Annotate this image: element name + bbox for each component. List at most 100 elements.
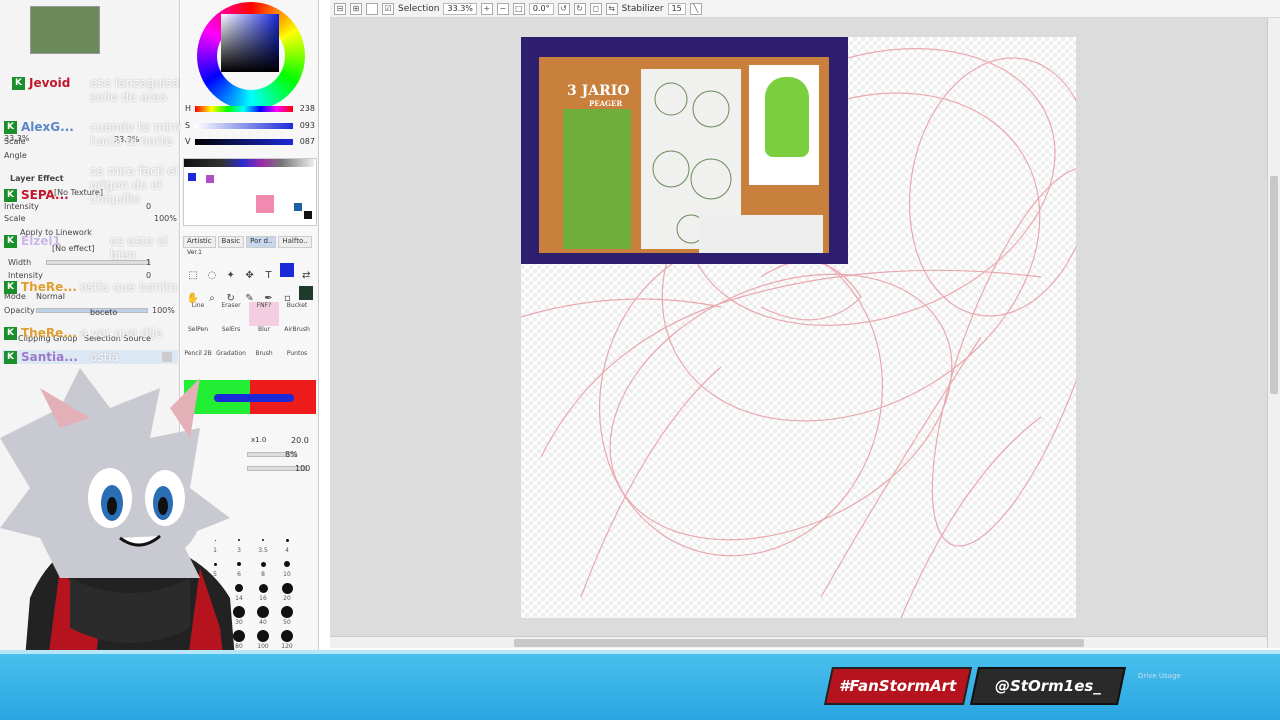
corkboard: 3 JARIO PEAGER [539, 57, 829, 253]
character-card [563, 109, 631, 249]
swatch-grid[interactable] [183, 158, 317, 226]
app-window: 33.3% 33.3% Scale Angle Layer Effect [No… [0, 0, 1280, 720]
straight-line-icon[interactable]: ╲ [689, 2, 702, 15]
opacity-value: 100% [152, 306, 175, 315]
notes-paper [699, 215, 823, 253]
angle-field[interactable]: 0.0° [528, 2, 554, 15]
chat-message-7: ostia [90, 350, 119, 364]
zoom-field[interactable]: 33.3% [443, 2, 477, 15]
move-icon[interactable]: ✥ [243, 270, 257, 284]
chat-message-5: ostia que bonito [80, 280, 178, 294]
brush-size-dot[interactable] [281, 606, 293, 618]
brush-size-label: 20 [283, 595, 291, 602]
scale-value: 100% [154, 214, 177, 223]
canvas-workspace[interactable]: 3 JARIO PEAGER [330, 18, 1267, 636]
brush-size-dot[interactable] [262, 539, 264, 541]
nav-angle-label: Angle [4, 151, 27, 160]
navigator-preview[interactable] [30, 6, 100, 54]
chat-message-6: a ver que dije [80, 326, 163, 340]
zoom-out-icon[interactable]: − [496, 2, 509, 15]
layer-effect-title[interactable]: Layer Effect [10, 174, 64, 183]
tab-por-defecto[interactable]: Por d.. [246, 236, 277, 248]
chat-badge-icon: K [4, 189, 17, 202]
brush-size-label: 4 [285, 547, 289, 554]
canvas[interactable]: 3 JARIO PEAGER [521, 37, 1076, 618]
min-size-value: 8% [285, 450, 298, 459]
lasso-icon[interactable]: ◌ [205, 270, 219, 284]
secondary-color-icon[interactable] [299, 286, 314, 300]
selection-label[interactable]: Selection [398, 4, 439, 14]
chat-user-6: K TheRe... [4, 326, 77, 340]
brush-fnf[interactable]: FNF? [249, 302, 279, 326]
brush-size-value[interactable]: 20.0 [291, 436, 309, 445]
color-picker-square[interactable] [221, 14, 279, 72]
drive-usage-label: Drive Usage [1138, 672, 1181, 680]
chat-user-1: K Jevoid [12, 76, 70, 90]
layer-visibility-icon[interactable] [162, 352, 172, 362]
brush-size-dot[interactable] [281, 582, 293, 594]
ver-label: Ver.1 [187, 249, 202, 256]
character-figure [765, 77, 809, 157]
invert-selection-icon[interactable]: ⊞ [350, 2, 362, 15]
chat-user-3: K SEPA... [4, 188, 69, 202]
brush-selers[interactable]: SelErs [216, 326, 246, 350]
horizontal-scrollbar[interactable] [330, 636, 1267, 648]
chat-badge-icon: K [4, 121, 17, 134]
tab-basic[interactable]: Basic [217, 236, 245, 248]
stabilizer-label: Stabilizer [621, 3, 664, 14]
select-rect-icon[interactable]: ⬚ [186, 270, 200, 284]
width-label: Width [8, 258, 32, 267]
text-icon[interactable]: T [262, 270, 276, 284]
top-toolbar: ⊟ ⊞ ☑ Selection 33.3% + − □ 0.0° ↺ ↻ ◻ ⇆… [330, 0, 1280, 18]
social-tag-hashtag: #FanStormArt [823, 667, 973, 705]
brush-size-dot[interactable] [285, 538, 289, 542]
vertical-scrollbar[interactable] [1267, 18, 1280, 648]
value-row[interactable]: V 087 [185, 137, 315, 147]
chat-badge-icon: K [4, 235, 17, 248]
stabilizer-field[interactable]: 15 [667, 2, 686, 15]
intensity2-value: 0 [146, 271, 152, 280]
brush-puntos[interactable]: Puntos [282, 350, 312, 374]
brush-selpen[interactable]: SelPen [183, 326, 213, 350]
selection-toggle-icon[interactable]: ☑ [382, 2, 394, 15]
saturation-row[interactable]: S 093 [185, 121, 315, 131]
brush-size-dot[interactable] [284, 561, 290, 567]
layer-name[interactable]: boceto [90, 308, 117, 317]
rotate-reset-icon[interactable]: ◻ [589, 2, 602, 15]
chat-badge-icon: K [4, 281, 17, 294]
reference-image[interactable]: 3 JARIO PEAGER [521, 37, 848, 264]
brush-airbrush[interactable]: AirBrush [282, 326, 312, 350]
chat-message-4: es este el bien [110, 234, 168, 262]
primary-color-icon[interactable] [280, 263, 295, 277]
tab-halftone[interactable]: Halfto.. [278, 236, 312, 248]
intensity-label: Intensity [4, 202, 39, 211]
brush-size-label: 120 [281, 643, 293, 650]
blank-icon[interactable] [366, 2, 378, 15]
saturation-value: 093 [299, 121, 315, 130]
zoom-reset-icon[interactable]: □ [512, 2, 525, 15]
brush-eraser[interactable]: Eraser [216, 302, 246, 326]
deselect-icon[interactable]: ⊟ [334, 2, 346, 15]
chat-message-3: se mira facil el origen de el chiquillo [90, 164, 178, 206]
opacity-label: Opacity [4, 306, 35, 315]
density-value: 100 [295, 464, 311, 473]
brush-size-label: 50 [283, 619, 291, 626]
rotate-left-icon[interactable]: ↺ [557, 2, 570, 15]
scale-label: Scale [4, 214, 26, 223]
swap-colors-icon[interactable]: ⇄ [299, 270, 313, 284]
magic-wand-icon[interactable]: ✦ [224, 270, 238, 284]
brush-size-dot[interactable] [260, 561, 266, 567]
flip-icon[interactable]: ⇆ [605, 2, 618, 15]
brush-size-dot[interactable] [281, 630, 293, 642]
chat-badge-icon: K [4, 327, 17, 340]
zoom-in-icon[interactable]: + [480, 2, 493, 15]
social-tag-handle: @StOrm1es_ [969, 667, 1127, 705]
value-value: 087 [299, 137, 315, 146]
brush-tabs: Artistic Basic Por d.. Halfto.. [183, 236, 317, 248]
brush-line[interactable]: Line [183, 302, 213, 326]
brush-blur[interactable]: Blur [249, 326, 279, 350]
rotate-right-icon[interactable]: ↻ [573, 2, 586, 15]
hue-row[interactable]: H 238 [185, 104, 315, 114]
brush-bucket[interactable]: Bucket [282, 302, 312, 326]
tab-artistic[interactable]: Artistic [183, 236, 216, 248]
